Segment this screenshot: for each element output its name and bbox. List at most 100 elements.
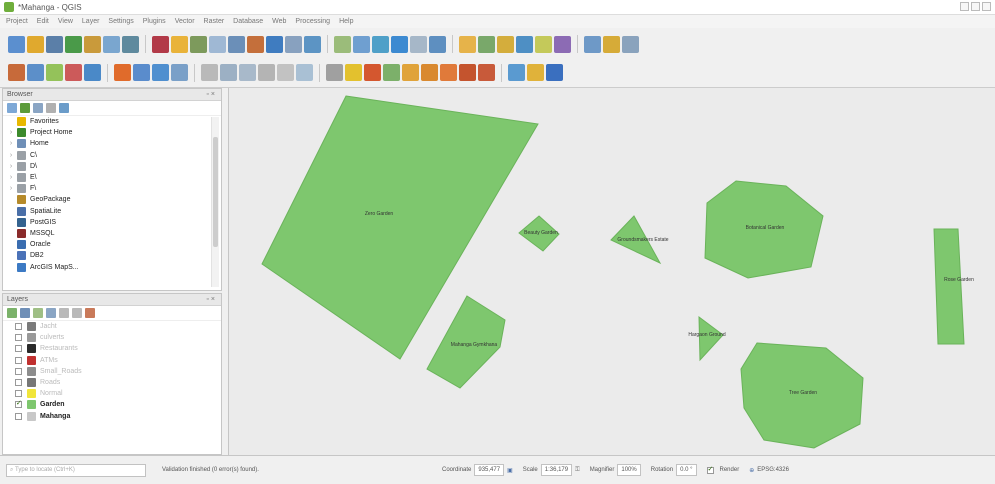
filter-legend-icon[interactable] — [46, 308, 56, 318]
toolbar-tool-icon[interactable] — [239, 64, 256, 81]
layer-item[interactable]: Small_Roads — [3, 366, 221, 377]
extents-toggle-icon[interactable]: ▣ — [507, 467, 513, 474]
layer-visibility-checkbox[interactable] — [15, 323, 22, 331]
coordinate-value[interactable]: 935,477 — [474, 464, 505, 476]
browser-item[interactable]: › Home — [3, 138, 221, 149]
menu-item[interactable]: Edit — [37, 18, 49, 25]
toolbar-tool-icon[interactable] — [133, 64, 150, 81]
toolbar-tool-icon[interactable] — [27, 64, 44, 81]
layer-visibility-checkbox[interactable] — [15, 345, 22, 353]
toolbar-tool-icon[interactable] — [84, 35, 101, 53]
scale-value[interactable]: 1:36,179 — [540, 464, 573, 476]
toolbar-tool-icon[interactable] — [8, 35, 25, 53]
toolbar-tool-icon[interactable] — [171, 35, 188, 53]
toolbar-tool-icon[interactable] — [304, 35, 321, 53]
menu-item[interactable]: Processing — [295, 18, 330, 25]
toolbar-tool-icon[interactable] — [410, 35, 427, 53]
toolbar-tool-icon[interactable] — [114, 64, 131, 81]
collapse-all-icon[interactable] — [46, 103, 56, 113]
toolbar-tool-icon[interactable] — [459, 64, 476, 81]
browser-item[interactable]: PostGIS — [3, 217, 221, 228]
menu-item[interactable]: Vector — [175, 18, 195, 25]
filter-icon[interactable] — [33, 103, 43, 113]
layer-item[interactable]: Roads — [3, 377, 221, 388]
toolbar-tool-icon[interactable] — [122, 35, 139, 53]
browser-item[interactable]: › E\ — [3, 172, 221, 183]
toolbar-tool-icon[interactable] — [584, 35, 601, 53]
layer-item[interactable]: ATMs — [3, 355, 221, 366]
map-svg[interactable]: Zero Garden Beauty Garden Groundsmakers Es… — [229, 88, 995, 455]
layer-visibility-checkbox[interactable] — [15, 379, 22, 387]
toolbar-tool-icon[interactable] — [152, 35, 169, 53]
layer-item[interactable]: Garden — [3, 399, 221, 410]
toolbar-tool-icon[interactable] — [190, 35, 207, 53]
expand-arrow-icon[interactable]: › — [7, 185, 15, 192]
manage-map-themes-icon[interactable] — [33, 308, 43, 318]
menu-item[interactable]: Layer — [82, 18, 100, 25]
toolbar-tool-icon[interactable] — [554, 35, 571, 53]
enable-properties-icon[interactable] — [59, 103, 69, 113]
toolbar-tool-icon[interactable] — [84, 64, 101, 81]
layer-item[interactable]: Mahanga — [3, 411, 221, 422]
browser-item[interactable]: › D\ — [3, 161, 221, 172]
toolbar-tool-icon[interactable] — [622, 35, 639, 53]
toolbar-tool-icon[interactable] — [65, 64, 82, 81]
layer-visibility-checkbox[interactable] — [15, 367, 22, 375]
toolbar-tool-icon[interactable] — [508, 64, 525, 81]
toolbar-tool-icon[interactable] — [345, 64, 362, 81]
layer-visibility-checkbox[interactable] — [15, 356, 22, 364]
menu-item[interactable]: Database — [233, 18, 263, 25]
render-checkbox[interactable] — [706, 465, 714, 474]
toolbar-tool-icon[interactable] — [372, 35, 389, 53]
layer-item[interactable]: Normal — [3, 388, 221, 399]
toolbar-tool-icon[interactable] — [429, 35, 446, 53]
layer-visibility-checkbox[interactable] — [15, 399, 22, 409]
browser-item[interactable]: SpatiaLite — [3, 206, 221, 217]
maximize-button[interactable] — [971, 2, 980, 11]
expand-arrow-icon[interactable]: › — [7, 140, 15, 147]
layer-visibility-checkbox[interactable] — [15, 412, 22, 420]
crs-button[interactable]: ⊕ EPSG:4326 — [749, 467, 789, 474]
panel-float-close-icon[interactable]: ▫× — [206, 91, 217, 98]
toolbar-tool-icon[interactable] — [478, 35, 495, 53]
menu-item[interactable]: Settings — [108, 18, 133, 25]
expand-arrow-icon[interactable]: › — [7, 152, 15, 159]
browser-scrollbar[interactable] — [211, 117, 219, 287]
toolbar-tool-icon[interactable] — [391, 35, 408, 53]
expand-arrow-icon[interactable]: › — [7, 163, 15, 170]
expand-arrow-icon[interactable]: › — [7, 129, 15, 136]
browser-item[interactable]: GeoPackage — [3, 194, 221, 205]
toolbar-tool-icon[interactable] — [326, 64, 343, 81]
render-toggle[interactable]: Render — [706, 465, 739, 474]
panel-float-close-icon[interactable]: ▫× — [206, 296, 217, 303]
toolbar-tool-icon[interactable] — [402, 64, 419, 81]
toolbar-tool-icon[interactable] — [527, 64, 544, 81]
layer-item[interactable]: culverts — [3, 332, 221, 343]
remove-layer-icon[interactable] — [85, 308, 95, 318]
toolbar-tool-icon[interactable] — [440, 64, 457, 81]
browser-scrollbar-thumb[interactable] — [213, 137, 218, 247]
toolbar-tool-icon[interactable] — [103, 35, 120, 53]
magnifier-value[interactable]: 100% — [617, 464, 641, 476]
menu-item[interactable]: Web — [272, 18, 286, 25]
toolbar-tool-icon[interactable] — [497, 35, 514, 53]
open-layer-styling-icon[interactable] — [7, 308, 17, 318]
expand-arrow-icon[interactable]: › — [7, 174, 15, 181]
toolbar-tool-icon[interactable] — [27, 35, 44, 53]
toolbar-tool-icon[interactable] — [353, 35, 370, 53]
toolbar-tool-icon[interactable] — [8, 64, 25, 81]
layer-visibility-checkbox[interactable] — [15, 390, 22, 398]
browser-item[interactable]: MSSQL — [3, 228, 221, 239]
toolbar-tool-icon[interactable] — [228, 35, 245, 53]
browser-item[interactable]: › Project Home — [3, 127, 221, 138]
toolbar-tool-icon[interactable] — [459, 35, 476, 53]
lock-scale-icon[interactable]: ⚿ — [575, 467, 580, 474]
garden-polygon[interactable] — [698, 315, 724, 362]
add-selected-layers-icon[interactable] — [7, 103, 17, 113]
toolbar-tool-icon[interactable] — [478, 64, 495, 81]
collapse-all-icon[interactable] — [72, 308, 82, 318]
toolbar-tool-icon[interactable] — [266, 35, 283, 53]
toolbar-tool-icon[interactable] — [247, 35, 264, 53]
menu-item[interactable]: Project — [6, 18, 28, 25]
browser-item[interactable]: ArcGIS MapS... — [3, 261, 221, 272]
